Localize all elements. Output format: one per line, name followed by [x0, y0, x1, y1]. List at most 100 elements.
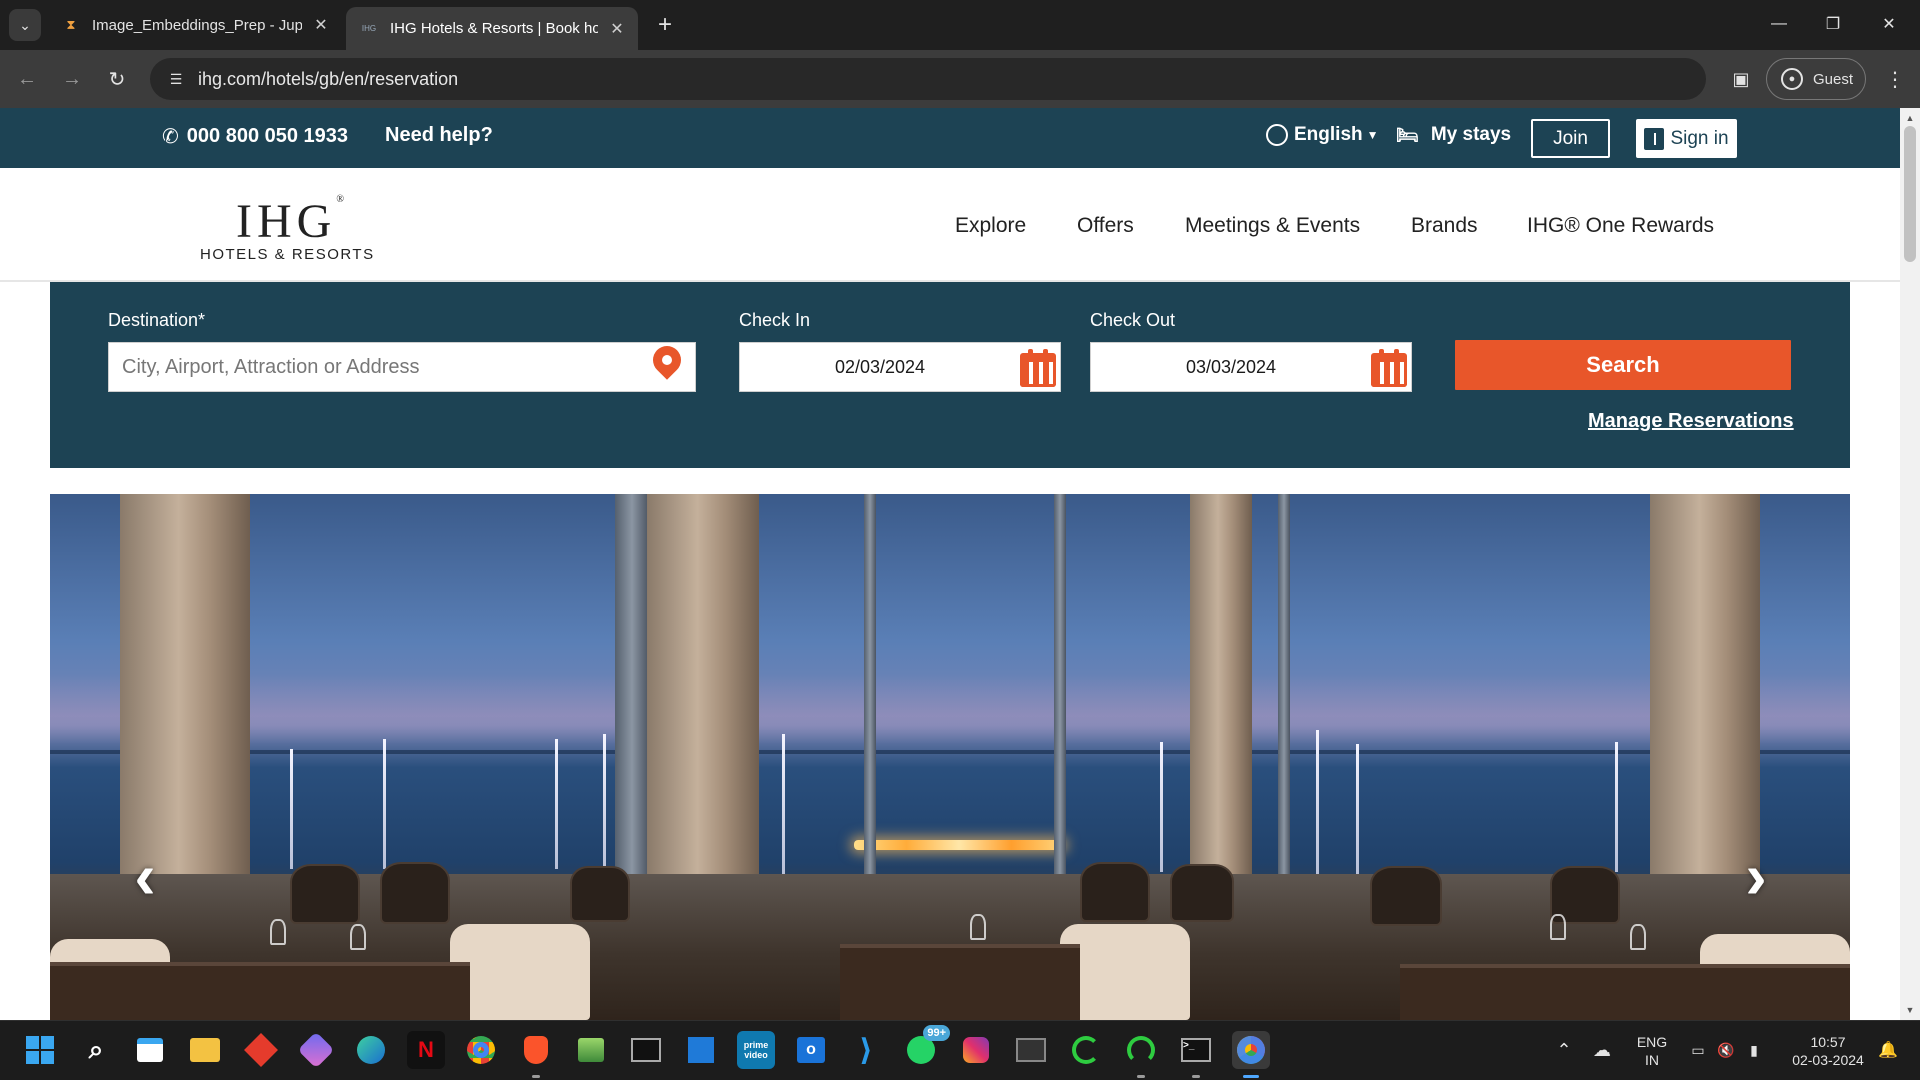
- new-tab-button[interactable]: +: [650, 10, 680, 40]
- language-selector[interactable]: English ▼: [1266, 124, 1379, 146]
- search-button[interactable]: Search: [1455, 340, 1791, 390]
- nav-explore[interactable]: Explore: [955, 214, 1026, 238]
- windows-start-icon[interactable]: [21, 1031, 59, 1069]
- netflix-icon[interactable]: N: [407, 1031, 445, 1069]
- nav-meetings-events[interactable]: Meetings & Events: [1185, 214, 1360, 238]
- fire-pit: [854, 840, 1064, 850]
- checkin-label: Check In: [739, 310, 811, 330]
- clock[interactable]: 10:57 02-03-2024: [1780, 1031, 1876, 1071]
- onedrive-cloud-icon[interactable]: ☁: [1588, 1031, 1616, 1069]
- tab-title: IHG Hotels & Resorts | Book hotels: [390, 20, 598, 37]
- my-stays-link[interactable]: 🛏 My stays: [1396, 124, 1511, 146]
- calendar-icon[interactable]: [1371, 349, 1407, 387]
- language-bottom: IN: [1645, 1052, 1659, 1068]
- site-info-icon[interactable]: ☰: [164, 67, 188, 91]
- location-pin-icon: [647, 340, 687, 388]
- nav-brands[interactable]: Brands: [1411, 214, 1478, 238]
- forward-button[interactable]: →: [55, 62, 89, 96]
- profile-icon: ●: [1781, 68, 1803, 90]
- tab-ihg[interactable]: IHG IHG Hotels & Resorts | Book hotels ✕: [346, 7, 638, 50]
- minimize-button[interactable]: —: [1756, 8, 1802, 40]
- phone-link[interactable]: ✆ 000 800 050 1933: [162, 124, 348, 149]
- carousel-prev-button[interactable]: ‹: [125, 844, 165, 908]
- door-icon: [1644, 127, 1665, 150]
- instagram-icon[interactable]: [957, 1031, 995, 1069]
- browser-menu-icon[interactable]: ⋮: [1880, 64, 1910, 94]
- network-icon[interactable]: ▭: [1686, 1031, 1710, 1069]
- checkout-date-field[interactable]: 03/03/2024: [1090, 342, 1412, 392]
- loading-app-icon[interactable]: [1067, 1031, 1105, 1069]
- checkout-label: Check Out: [1090, 310, 1176, 330]
- close-icon[interactable]: ✕: [606, 18, 628, 40]
- tab-search-button[interactable]: ⌄: [9, 9, 41, 41]
- vscode-icon[interactable]: ⟩: [847, 1031, 885, 1069]
- store-icon[interactable]: [131, 1031, 169, 1069]
- browser-tab-bar: ⌄ ⧗ Image_Embeddings_Prep - Jupyter ✕ IH…: [0, 0, 1920, 50]
- carousel-next-button[interactable]: ›: [1736, 844, 1776, 908]
- ihg-logo[interactable]: IHG®: [236, 194, 344, 249]
- scroll-up-arrow-icon[interactable]: ▲: [1900, 110, 1920, 126]
- profile-button[interactable]: ● Guest: [1766, 58, 1866, 100]
- checkout-value: 03/03/2024: [1185, 356, 1277, 377]
- copilot-icon[interactable]: [297, 1031, 335, 1069]
- ihg-favicon-icon: IHG: [361, 24, 377, 33]
- battery-icon[interactable]: ▮: [1742, 1031, 1766, 1069]
- chrome-icon[interactable]: [462, 1031, 500, 1069]
- app-window-icon[interactable]: [1012, 1031, 1050, 1069]
- join-button[interactable]: Join: [1531, 119, 1610, 158]
- scroll-thumb[interactable]: [1904, 126, 1916, 262]
- page-scrollbar[interactable]: ▲ ▼: [1900, 108, 1920, 1020]
- checkin-date-field[interactable]: 02/03/2024: [739, 342, 1061, 392]
- bed-icon: 🛏: [1396, 124, 1419, 145]
- profile-label: Guest: [1813, 70, 1854, 88]
- manage-reservations-link[interactable]: Manage Reservations: [1588, 410, 1794, 433]
- language-label: English: [1294, 124, 1363, 145]
- windows-taskbar: ⌕ N prime video o ⟩ 99+ >_ ⌃ ☁ ENG IN ▭ 🔇…: [0, 1020, 1920, 1080]
- edge-icon[interactable]: [352, 1031, 390, 1069]
- logo-registered: ®: [336, 194, 344, 205]
- hero-carousel-image: ‹ ›: [50, 494, 1850, 1020]
- whatsapp-icon[interactable]: 99+: [902, 1025, 950, 1069]
- chevron-up-icon[interactable]: ⌃: [1552, 1031, 1576, 1069]
- speaker-muted-icon[interactable]: 🔇: [1714, 1031, 1738, 1069]
- restore-button[interactable]: ❐: [1810, 8, 1856, 40]
- loading-app-icon-2[interactable]: [1122, 1031, 1160, 1069]
- brave-icon[interactable]: [517, 1031, 555, 1069]
- phone-icon: ✆: [162, 126, 179, 148]
- destination-input[interactable]: City, Airport, Attraction or Address: [108, 340, 696, 392]
- need-help-link[interactable]: Need help?: [385, 124, 493, 147]
- command-prompt-icon[interactable]: >_: [1177, 1031, 1215, 1069]
- close-icon[interactable]: ✕: [310, 14, 332, 36]
- nav-offers[interactable]: Offers: [1077, 214, 1134, 238]
- logo-subtitle: HOTELS & RESORTS: [200, 246, 375, 263]
- back-button[interactable]: ←: [10, 62, 44, 96]
- chrome-active-icon[interactable]: [1232, 1031, 1270, 1069]
- file-explorer-icon[interactable]: [186, 1031, 224, 1069]
- checkin-value: 02/03/2024: [834, 356, 926, 377]
- destination-placeholder: City, Airport, Attraction or Address: [122, 355, 420, 378]
- whatsapp-badge: 99+: [923, 1025, 950, 1041]
- search-icon[interactable]: ⌕: [77, 1031, 115, 1069]
- calendar-icon[interactable]: [1020, 349, 1056, 387]
- booking-widget: Destination* City, Airport, Attraction o…: [50, 282, 1850, 468]
- language-top: ENG: [1636, 1034, 1668, 1050]
- image-viewer-icon[interactable]: [572, 1031, 610, 1069]
- scroll-down-arrow-icon[interactable]: ▼: [1900, 1002, 1920, 1018]
- clock-time: 10:57: [1810, 1034, 1846, 1050]
- windows-app-icon[interactable]: [682, 1031, 720, 1069]
- side-panel-icon[interactable]: ▣: [1726, 64, 1756, 94]
- reload-button[interactable]: ↻: [100, 62, 134, 96]
- logo-word: IHG: [236, 195, 337, 248]
- prime-video-icon[interactable]: prime video: [737, 1031, 775, 1069]
- sign-in-button[interactable]: Sign in: [1636, 119, 1737, 158]
- outlook-icon[interactable]: o: [792, 1031, 830, 1069]
- address-bar[interactable]: ☰ ihg.com/hotels/gb/en/reservation: [150, 58, 1706, 100]
- red-app-icon[interactable]: [242, 1031, 280, 1069]
- nav-one-rewards[interactable]: IHG® One Rewards: [1527, 214, 1714, 238]
- main-navigation: IHG® HOTELS & RESORTS Explore Offers Mee…: [0, 168, 1900, 282]
- notification-bell-icon[interactable]: 🔔: [1874, 1031, 1902, 1069]
- tab-jupyter[interactable]: ⧗ Image_Embeddings_Prep - Jupyter ✕: [48, 7, 342, 43]
- terminal-window-icon[interactable]: [627, 1031, 665, 1069]
- language-indicator[interactable]: ENG IN: [1630, 1031, 1674, 1071]
- close-window-button[interactable]: ✕: [1866, 8, 1912, 40]
